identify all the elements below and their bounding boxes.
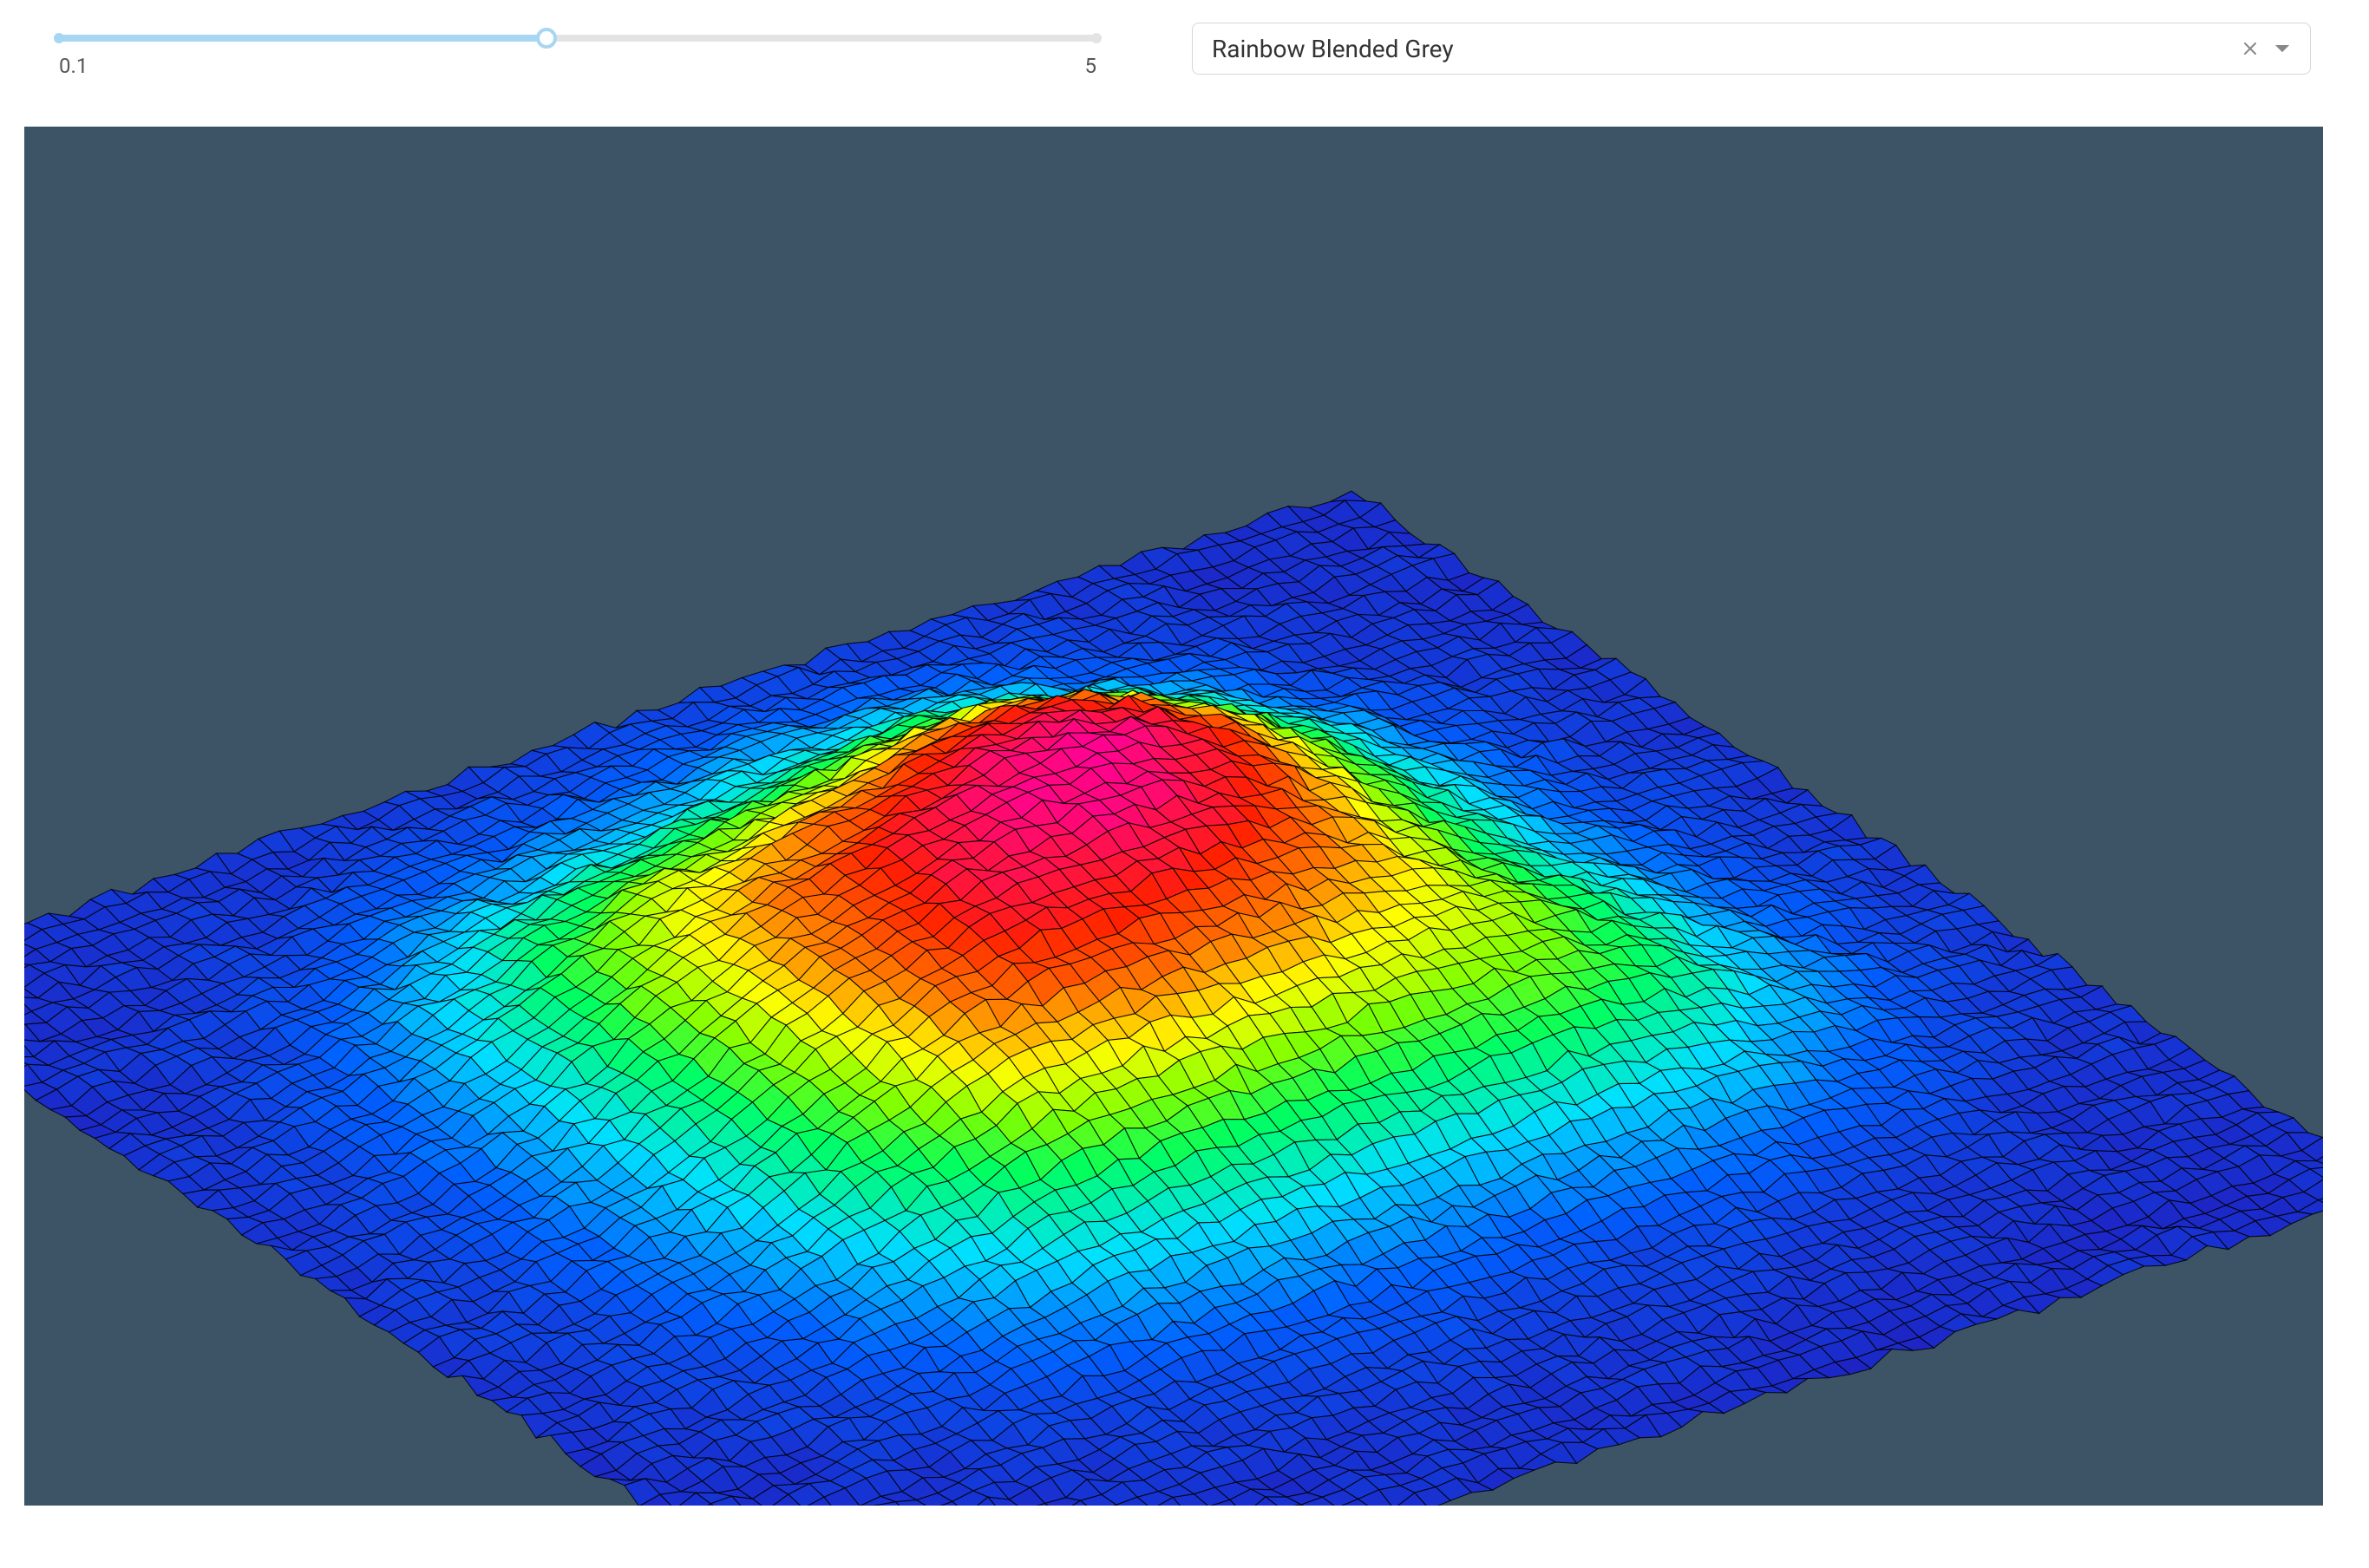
colormap-select-box[interactable]: Rainbow Blended Grey (1192, 23, 2311, 75)
chevron-down-icon[interactable] (2274, 42, 2291, 55)
smoothing-slider[interactable]: 0.1 5 (59, 23, 1096, 78)
slider-min-label: 0.1 (59, 54, 88, 78)
slider-endpoint-max (1091, 33, 1102, 43)
clear-icon[interactable] (2242, 41, 2258, 56)
slider-fill (59, 35, 546, 42)
surface-plot[interactable] (24, 127, 2323, 1506)
controls-row: 0.1 5 Rainbow Blended Grey (0, 0, 2369, 88)
slider-track[interactable] (59, 35, 1096, 42)
slider-labels: 0.1 5 (59, 54, 1096, 78)
slider-handle[interactable] (536, 28, 557, 49)
colormap-select-value: Rainbow Blended Grey (1212, 35, 2242, 63)
slider-endpoint-min (54, 33, 64, 43)
slider-max-label: 5 (1085, 54, 1097, 78)
colormap-select[interactable]: Rainbow Blended Grey (1192, 23, 2311, 75)
